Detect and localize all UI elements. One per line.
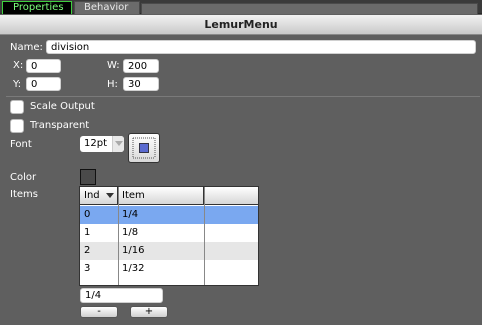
name-field[interactable]: division <box>46 40 476 54</box>
transparent-label: Transparent <box>30 120 90 131</box>
section-divider <box>6 96 480 97</box>
table-row[interactable]: 0 1/4 <box>80 206 258 224</box>
scale-output-checkbox[interactable] <box>10 100 24 114</box>
table-row[interactable]: 1 1/8 <box>80 224 258 242</box>
table-row[interactable]: 2 1/16 <box>80 242 258 260</box>
text-align-button[interactable] <box>128 133 160 163</box>
w-field[interactable]: 200 <box>123 59 159 73</box>
font-label: Font <box>10 139 32 150</box>
transparent-checkbox[interactable] <box>10 119 24 133</box>
item-edit-field[interactable]: 1/4 <box>80 288 163 303</box>
row-item: 1/32 <box>122 263 145 274</box>
font-size-select[interactable]: 12pt <box>80 136 124 152</box>
scale-output-label: Scale Output <box>30 101 95 112</box>
row-item: 1/8 <box>122 227 139 238</box>
center-align-indicator <box>139 143 149 153</box>
color-swatch[interactable] <box>80 169 96 185</box>
column-divider <box>204 187 205 285</box>
items-table: Ind Item 0 1/4 1 1/8 2 1/16 3 1/32 <box>79 186 259 286</box>
remove-item-button[interactable]: - <box>80 306 118 318</box>
row-index: 3 <box>84 263 91 274</box>
y-label: Y: <box>13 79 22 90</box>
h-label: H: <box>107 79 118 90</box>
table-row[interactable]: 3 1/32 <box>80 260 258 278</box>
column-header-item[interactable]: Item <box>118 187 204 205</box>
column-divider <box>118 187 119 285</box>
x-field[interactable]: 0 <box>26 59 61 73</box>
table-header: Ind Item <box>80 187 258 205</box>
sort-down-icon <box>106 193 114 198</box>
tab-bar: Properties Behavior <box>0 0 482 14</box>
object-header: LemurMenu <box>0 15 482 35</box>
column-header-ind[interactable]: Ind <box>80 187 118 205</box>
row-index: 0 <box>84 209 91 220</box>
h-field[interactable]: 30 <box>123 77 159 91</box>
row-index: 2 <box>84 245 91 256</box>
y-field[interactable]: 0 <box>26 77 61 91</box>
column-header-extra[interactable] <box>204 187 258 205</box>
font-size-value: 12pt <box>84 138 107 149</box>
w-label: W: <box>107 60 120 71</box>
tab-properties[interactable]: Properties <box>2 1 72 14</box>
add-item-button[interactable]: + <box>130 306 168 318</box>
row-item: 1/4 <box>122 209 139 220</box>
tab-bar-filler <box>141 3 478 14</box>
color-label: Color <box>10 172 37 183</box>
tab-behavior[interactable]: Behavior <box>74 1 140 14</box>
items-label: Items <box>10 189 38 200</box>
object-title: LemurMenu <box>204 18 278 31</box>
chevron-down-icon[interactable] <box>112 136 124 152</box>
row-item: 1/16 <box>122 245 145 256</box>
row-index: 1 <box>84 227 91 238</box>
x-label: X: <box>13 60 24 71</box>
column-header-ind-label: Ind <box>84 190 100 201</box>
name-label: Name: <box>10 42 43 53</box>
